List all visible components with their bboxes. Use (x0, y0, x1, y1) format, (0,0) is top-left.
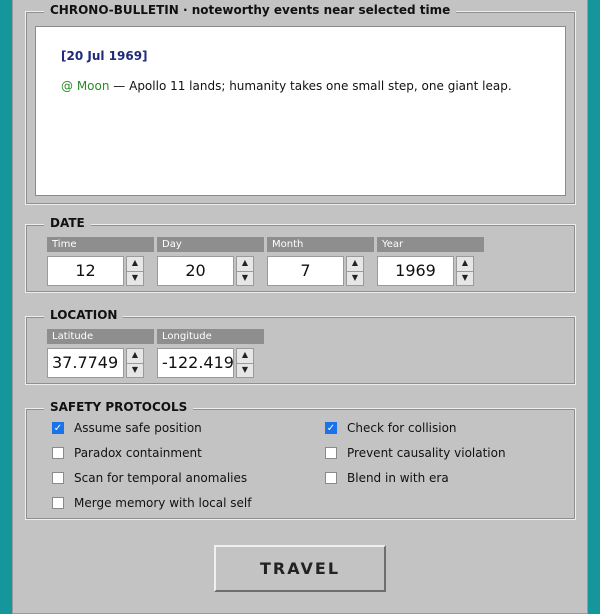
spin-up-icon[interactable]: ▲ (456, 256, 474, 272)
bulletin-place: @ Moon (61, 79, 110, 93)
day-stepper[interactable]: ▲ ▼ (236, 256, 254, 286)
safety-legend: SAFETY PROTOCOLS (44, 400, 194, 414)
checkbox-icon[interactable] (52, 447, 64, 459)
time-stepper[interactable]: ▲ ▼ (126, 256, 144, 286)
bulletin-event: Apollo 11 lands; humanity takes one smal… (129, 79, 512, 93)
spin-up-icon[interactable]: ▲ (236, 256, 254, 272)
spin-down-icon[interactable]: ▼ (346, 271, 364, 286)
check-paradox-containment[interactable]: Paradox containment (52, 446, 202, 460)
chrono-bulletin-panel: CHRONO-BULLETIN · noteworthy events near… (25, 3, 576, 205)
check-label: Scan for temporal anomalies (74, 471, 248, 485)
checkbox-icon[interactable] (52, 472, 64, 484)
latitude-field: Latitude 37.7749 ▲ ▼ (47, 329, 154, 378)
year-stepper[interactable]: ▲ ▼ (456, 256, 474, 286)
check-label: Check for collision (347, 421, 457, 435)
day-label: Day (157, 237, 264, 252)
spin-down-icon[interactable]: ▼ (126, 271, 144, 286)
checkbox-icon[interactable]: ✓ (325, 422, 337, 434)
spin-down-icon[interactable]: ▼ (126, 363, 144, 378)
app-window: CHRONO-BULLETIN · noteworthy events near… (12, 0, 588, 614)
latitude-input[interactable]: 37.7749 (47, 348, 124, 378)
bulletin-separator: — (109, 79, 130, 93)
check-label: Paradox containment (74, 446, 202, 460)
bulletin-date: [20 Jul 1969] (61, 49, 148, 63)
checkbox-icon[interactable] (325, 447, 337, 459)
longitude-input[interactable]: -122.4194 (157, 348, 234, 378)
time-field: Time 12 ▲ ▼ (47, 237, 154, 286)
bulletin-display: [20 Jul 1969] @ Moon — Apollo 11 lands; … (35, 26, 566, 196)
month-field: Month 7 ▲ ▼ (267, 237, 374, 286)
check-label: Merge memory with local self (74, 496, 252, 510)
check-temporal-anomalies[interactable]: Scan for temporal anomalies (52, 471, 247, 485)
location-panel: LOCATION Latitude 37.7749 ▲ ▼ Longitude … (25, 308, 576, 385)
date-legend: DATE (44, 216, 91, 230)
safety-protocols-panel: SAFETY PROTOCOLS ✓ Assume safe position … (25, 400, 576, 520)
spin-down-icon[interactable]: ▼ (236, 363, 254, 378)
time-input[interactable]: 12 (47, 256, 124, 286)
check-safe-position[interactable]: ✓ Assume safe position (52, 421, 202, 435)
day-input[interactable]: 20 (157, 256, 234, 286)
spin-up-icon[interactable]: ▲ (126, 348, 144, 364)
spin-down-icon[interactable]: ▼ (456, 271, 474, 286)
spin-up-icon[interactable]: ▲ (346, 256, 364, 272)
check-collision[interactable]: ✓ Check for collision (325, 421, 457, 435)
spin-up-icon[interactable]: ▲ (236, 348, 254, 364)
year-field: Year 1969 ▲ ▼ (377, 237, 484, 286)
bulletin-legend: CHRONO-BULLETIN · noteworthy events near… (44, 3, 457, 17)
longitude-stepper[interactable]: ▲ ▼ (236, 348, 254, 378)
check-causality-violation[interactable]: Prevent causality violation (325, 446, 506, 460)
location-legend: LOCATION (44, 308, 124, 322)
check-label: Prevent causality violation (347, 446, 506, 460)
year-label: Year (377, 237, 484, 252)
year-input[interactable]: 1969 (377, 256, 454, 286)
check-merge-memory[interactable]: Merge memory with local self (52, 496, 251, 510)
time-label: Time (47, 237, 154, 252)
checkbox-icon[interactable]: ✓ (52, 422, 64, 434)
spin-down-icon[interactable]: ▼ (236, 271, 254, 286)
month-label: Month (267, 237, 374, 252)
spin-up-icon[interactable]: ▲ (126, 256, 144, 272)
date-panel: DATE Time 12 ▲ ▼ Day 20 ▲ ▼ Month 7 ▲ ▼ … (25, 216, 576, 293)
check-label: Assume safe position (74, 421, 202, 435)
month-input[interactable]: 7 (267, 256, 344, 286)
month-stepper[interactable]: ▲ ▼ (346, 256, 364, 286)
longitude-field: Longitude -122.4194 ▲ ▼ (157, 329, 264, 378)
latitude-stepper[interactable]: ▲ ▼ (126, 348, 144, 378)
longitude-label: Longitude (157, 329, 264, 344)
check-blend-in[interactable]: Blend in with era (325, 471, 449, 485)
latitude-label: Latitude (47, 329, 154, 344)
checkbox-icon[interactable] (52, 497, 64, 509)
travel-button[interactable]: TRAVEL (214, 545, 386, 592)
check-label: Blend in with era (347, 471, 449, 485)
day-field: Day 20 ▲ ▼ (157, 237, 264, 286)
checkbox-icon[interactable] (325, 472, 337, 484)
bulletin-event-line: @ Moon — Apollo 11 lands; humanity takes… (61, 79, 540, 93)
